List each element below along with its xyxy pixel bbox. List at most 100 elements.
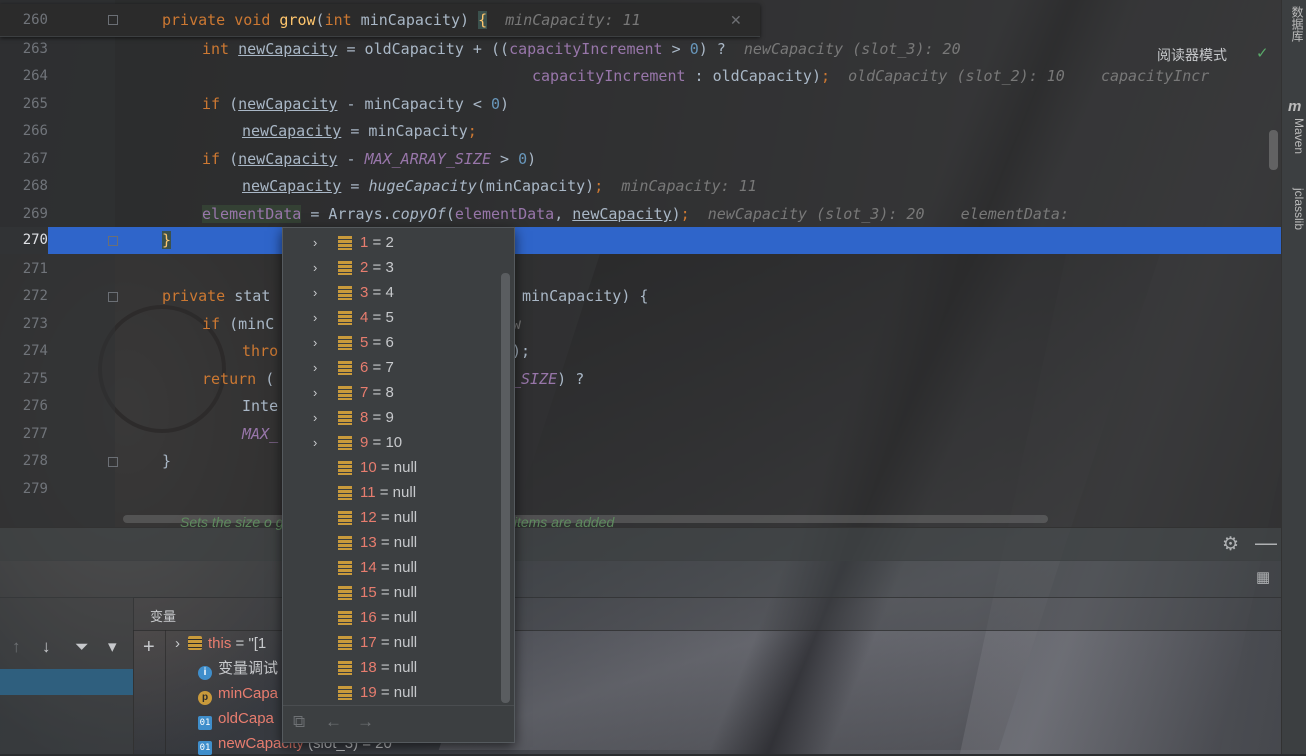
add-watch-icon[interactable]: + — [143, 636, 155, 659]
element-text: 12 = null — [360, 509, 418, 526]
code-line: 264 capacityIncrement : oldCapacity); ol… — [22, 67, 1210, 85]
chevron-down-icon[interactable]: ▾ — [108, 637, 117, 657]
array-element-row[interactable]: › 5 = 6 — [283, 330, 499, 355]
array-icon — [188, 636, 202, 650]
int-icon: 01 — [198, 741, 212, 755]
code-line: 273 if (minC w — [22, 315, 522, 333]
array-element-row[interactable]: › 4 = 5 — [283, 305, 499, 330]
array-element-icon — [338, 386, 352, 400]
element-text: 8 = 9 — [360, 409, 394, 426]
array-element-icon — [338, 661, 352, 675]
pin-icon[interactable]: ⧉ — [293, 712, 305, 732]
code-line: 269 elementData = Arrays.copyOf(elementD… — [22, 205, 1069, 223]
vertical-scrollbar[interactable] — [1269, 130, 1278, 170]
array-element-icon — [338, 411, 352, 425]
element-text: 15 = null — [360, 584, 418, 601]
variable-row[interactable]: › this = "[1 — [175, 631, 266, 656]
forward-arrow-icon[interactable]: → — [357, 712, 374, 732]
fold-marker[interactable] — [108, 457, 118, 467]
fold-marker[interactable] — [108, 15, 118, 25]
check-icon[interactable]: ✓ — [1256, 44, 1269, 62]
chevron-right-icon[interactable]: › — [313, 355, 317, 380]
array-element-icon — [338, 286, 352, 300]
code-editor[interactable]: 260 private void grow(int minCapacity) {… — [0, 0, 1281, 530]
array-element-icon — [338, 461, 352, 475]
chevron-right-icon[interactable]: › — [313, 430, 317, 455]
element-text: 19 = null — [360, 684, 418, 701]
sticky-method-header[interactable]: 260 private void grow(int minCapacity) {… — [0, 4, 760, 37]
minimize-icon[interactable]: — — [1255, 530, 1277, 556]
gear-icon[interactable]: ⚙ — [1222, 533, 1239, 556]
chevron-right-icon[interactable]: › — [313, 405, 317, 430]
array-element-row[interactable]: 14 = null — [283, 555, 499, 580]
chevron-right-icon[interactable]: › — [313, 255, 317, 280]
arrow-up-icon[interactable]: ↑ — [12, 637, 21, 657]
line-number: 260 — [22, 12, 48, 28]
array-element-row[interactable]: 18 = null — [283, 655, 499, 680]
array-element-icon — [338, 311, 352, 325]
array-element-row[interactable]: 11 = null — [283, 480, 499, 505]
array-element-row[interactable]: 16 = null — [283, 605, 499, 630]
selected-frame-row[interactable] — [0, 669, 133, 695]
element-text: 3 = 4 — [360, 284, 394, 301]
maven-tool-tab[interactable]: Maven — [1284, 118, 1306, 154]
element-text: 1 = 2 — [360, 234, 394, 251]
element-text: 5 = 6 — [360, 334, 394, 351]
array-elements-popup[interactable]: › 1 = 2 › 2 = 3 › 3 = 4 › 4 = 5 › 5 = 6 › 6 = 7 › 7 =… — [282, 227, 515, 743]
close-icon[interactable]: ✕ — [730, 4, 742, 36]
jclasslib-tool-tab[interactable]: jclasslib — [1284, 188, 1306, 230]
parameter-icon: p — [198, 691, 212, 705]
chevron-right-icon[interactable]: › — [313, 380, 317, 405]
element-text: 6 = 7 — [360, 359, 394, 376]
back-arrow-icon[interactable]: ← — [325, 712, 342, 732]
variable-row[interactable]: 01 oldCapa — [198, 706, 274, 731]
code-line: 277 MAX_ — [22, 425, 279, 443]
database-tool-tab[interactable]: 数据库 — [1284, 6, 1306, 42]
element-text: 13 = null — [360, 534, 418, 551]
array-element-icon — [338, 436, 352, 450]
current-execution-line[interactable]: 270 } — [0, 227, 1281, 254]
array-element-icon — [338, 636, 352, 650]
element-text: 11 = null — [360, 484, 417, 501]
arrow-down-icon[interactable]: ↓ — [42, 637, 51, 657]
chevron-right-icon[interactable]: › — [313, 330, 317, 355]
array-element-icon — [338, 536, 352, 550]
code-line: 263 int newCapacity = oldCapacity + ((ca… — [22, 40, 961, 58]
code-line: 279 — [22, 481, 48, 497]
array-element-row[interactable]: 12 = null — [283, 505, 499, 530]
frames-panel: ↑ ↓ ⏷ ▾ — [0, 597, 134, 754]
reader-mode-toggle[interactable]: 阅读器模式 — [1157, 45, 1227, 65]
element-text: 14 = null — [360, 559, 418, 576]
layout-icon[interactable]: ▦ — [1256, 568, 1270, 586]
chevron-right-icon[interactable]: › — [313, 305, 317, 330]
filter-icon[interactable]: ⏷ — [75, 637, 89, 657]
code-text: private void grow(int minCapacity) { min… — [162, 11, 641, 29]
element-text: 10 = null — [360, 459, 418, 476]
array-element-row[interactable]: › 8 = 9 — [283, 405, 499, 430]
array-element-row[interactable]: 10 = null — [283, 455, 499, 480]
array-element-row[interactable]: › 7 = 8 — [283, 380, 499, 405]
array-element-row[interactable]: 13 = null — [283, 530, 499, 555]
chevron-right-icon[interactable]: › — [175, 635, 180, 652]
element-text: 4 = 5 — [360, 309, 394, 326]
popup-footer: ⧉ ← → — [283, 705, 514, 742]
fold-marker[interactable] — [108, 292, 118, 302]
array-element-row[interactable]: 17 = null — [283, 630, 499, 655]
code-line: 272 private stat minCapacity) { — [22, 287, 649, 305]
chevron-right-icon[interactable]: › — [313, 280, 317, 305]
array-element-row[interactable]: › 9 = 10 — [283, 430, 499, 455]
array-element-row[interactable]: 19 = null — [283, 680, 499, 705]
array-element-icon — [338, 486, 352, 500]
array-element-row[interactable]: › 1 = 2 — [283, 230, 499, 255]
variables-toolbar: + — [133, 630, 166, 754]
array-element-row[interactable]: › 2 = 3 — [283, 255, 499, 280]
popup-scrollbar[interactable] — [501, 273, 510, 703]
variable-row[interactable]: i 变量调试 — [198, 656, 278, 681]
array-element-row[interactable]: › 6 = 7 — [283, 355, 499, 380]
array-element-row[interactable]: 15 = null — [283, 580, 499, 605]
variable-row[interactable]: p minCapa — [198, 681, 278, 706]
chevron-right-icon[interactable]: › — [313, 230, 317, 255]
array-element-row[interactable]: › 3 = 4 — [283, 280, 499, 305]
fold-marker[interactable] — [108, 236, 118, 246]
array-element-icon — [338, 336, 352, 350]
